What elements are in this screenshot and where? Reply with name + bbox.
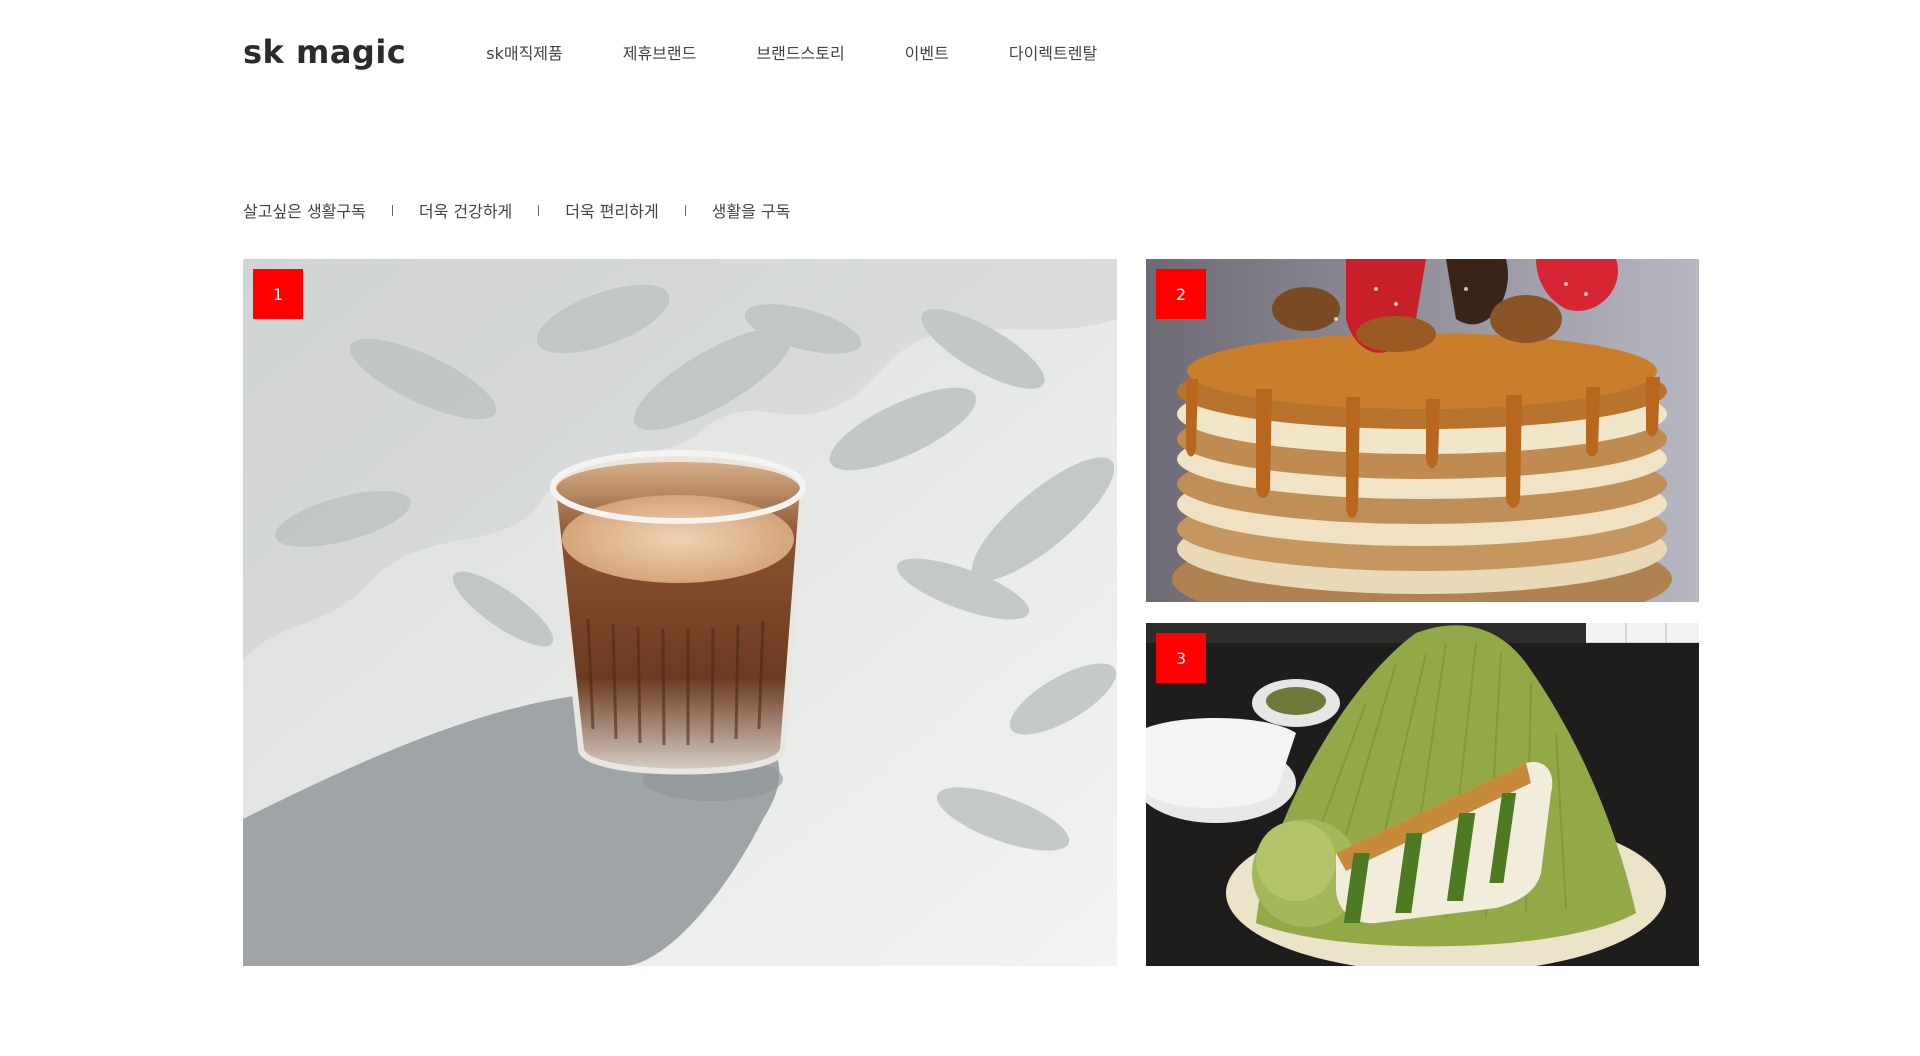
gallery: 1 2 3	[243, 259, 1699, 966]
sub-menu-item-subscription[interactable]: 살고싶은 생활구독	[243, 198, 366, 222]
card-number-badge: 2	[1156, 269, 1206, 319]
sub-menu-item-subscribe-life[interactable]: 생활을 구독	[712, 198, 791, 222]
nav-item-partner-brands[interactable]: 제휴브랜드	[623, 40, 697, 64]
sub-menu-item-convenient[interactable]: 더욱 편리하게	[565, 198, 658, 222]
nav-item-brand-story[interactable]: 브랜드스토리	[756, 40, 844, 64]
nav-item-event[interactable]: 이벤트	[905, 40, 949, 64]
main-nav: sk매직제품 제휴브랜드 브랜드스토리 이벤트 다이렉트렌탈	[486, 40, 1157, 64]
card-number-badge: 1	[253, 269, 303, 319]
divider	[538, 204, 540, 216]
card-number-badge: 3	[1156, 633, 1206, 683]
divider	[684, 204, 686, 216]
gallery-card-coffee[interactable]: 1	[243, 259, 1117, 966]
pancake-stack-photo	[1146, 259, 1699, 602]
matcha-bingsu-photo	[1146, 623, 1699, 966]
nav-item-products[interactable]: sk매직제품	[486, 40, 562, 64]
coffee-glass-photo	[243, 259, 1117, 966]
logo[interactable]: sk magic	[243, 33, 406, 71]
gallery-card-matcha[interactable]: 3	[1146, 623, 1699, 966]
site-header: sk magic sk매직제품 제휴브랜드 브랜드스토리 이벤트 다이렉트렌탈	[243, 24, 1703, 80]
sub-menu-item-healthier[interactable]: 더욱 건강하게	[419, 198, 512, 222]
gallery-card-pancakes[interactable]: 2	[1146, 259, 1699, 602]
divider	[391, 204, 393, 216]
nav-item-direct-rental[interactable]: 다이렉트렌탈	[1009, 40, 1097, 64]
sub-menu: 살고싶은 생활구독 더욱 건강하게 더욱 편리하게 생활을 구독	[243, 198, 790, 222]
